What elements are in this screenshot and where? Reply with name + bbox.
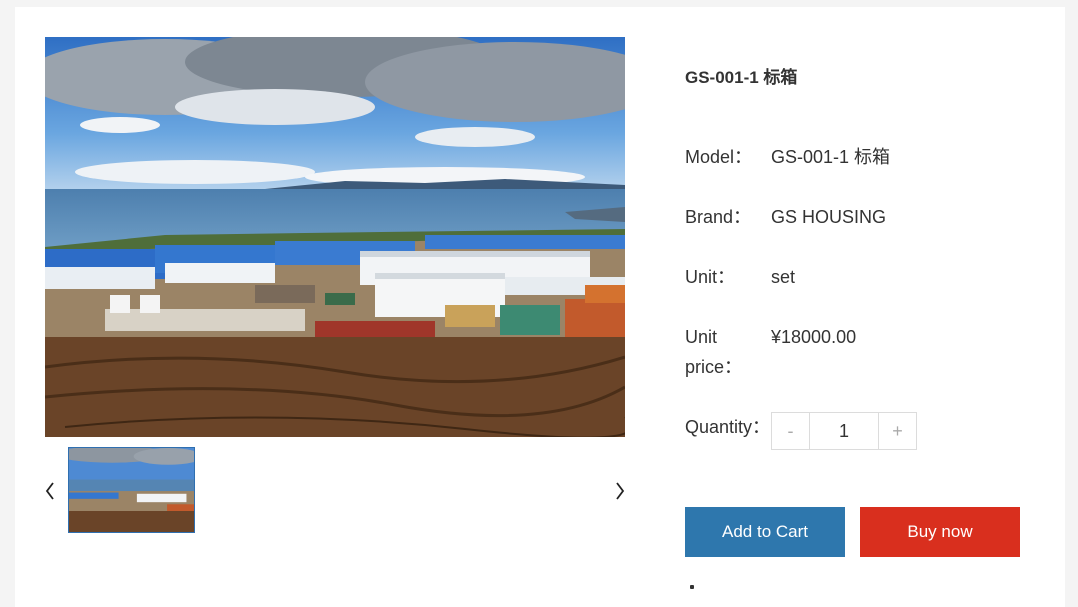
chevron-left-icon[interactable] — [42, 477, 58, 505]
unit-value: set — [771, 267, 796, 287]
product-photo — [45, 37, 625, 437]
buy-now-button[interactable]: Buy now — [860, 507, 1020, 557]
brand-value: GS HOUSING — [771, 207, 887, 227]
quantity-input[interactable] — [809, 413, 879, 449]
chevron-right-icon[interactable] — [612, 477, 628, 505]
brand-label: Brand： — [685, 207, 752, 227]
thumbnail-image[interactable] — [68, 447, 195, 533]
quantity-increase-button[interactable]: + — [879, 413, 916, 449]
price-value: ¥18000.00 — [771, 327, 857, 347]
model-value: GS-001-1 标箱 — [771, 147, 891, 167]
model-label: Model： — [685, 147, 753, 167]
quantity-decrease-button[interactable]: - — [772, 413, 809, 449]
add-to-cart-button[interactable]: Add to Cart — [685, 507, 845, 557]
product-card: GS-001-1 标箱 Model： GS-001-1 标箱 Brand： GS… — [15, 7, 1065, 607]
decorative-dot — [690, 585, 694, 589]
thumbnail-strip — [45, 447, 625, 537]
price-label: Unit price： — [685, 327, 743, 377]
unit-label: Unit： — [685, 267, 736, 287]
product-title: GS-001-1 标箱 — [685, 68, 798, 87]
main-product-image — [45, 37, 625, 437]
quantity-label: Quantity： — [685, 417, 771, 437]
quantity-stepper: - + — [771, 412, 917, 450]
